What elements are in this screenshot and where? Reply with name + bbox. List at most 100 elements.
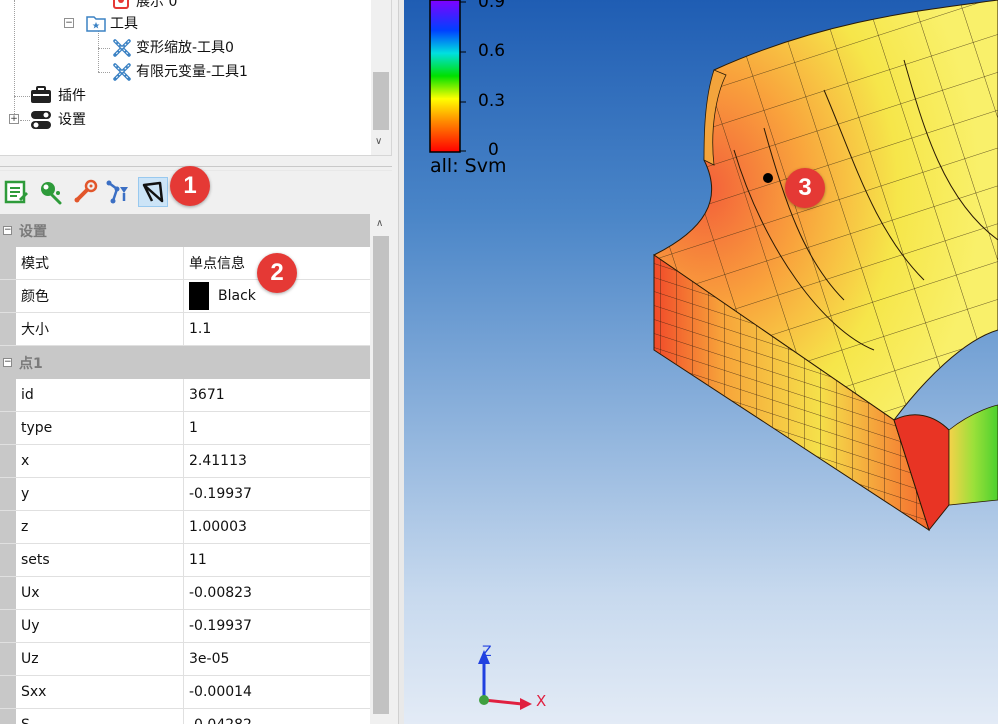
collapse-icon[interactable]: − — [3, 226, 12, 235]
category-settings[interactable]: − 设置 — [0, 214, 370, 247]
point-probe-button[interactable] — [138, 177, 168, 207]
point-probe-icon — [142, 181, 164, 203]
left-panel: 展示 0 − 工具 变形缩放-工具0 有限元变量-工具1 插件 + 设置 ∨ −… — [0, 0, 398, 724]
tree-guide — [14, 96, 30, 97]
project-tree[interactable]: 展示 0 − 工具 变形缩放-工具0 有限元变量-工具1 插件 + 设置 ∨ — [0, 0, 392, 156]
property-name: sets — [16, 544, 184, 576]
property-name: x — [16, 445, 184, 477]
property-value[interactable]: -0.04282 — [184, 709, 370, 724]
3d-viewport[interactable]: 0.9 0.6 0.3 0 all: Svm Z X — [404, 0, 998, 724]
property-row-color[interactable]: 颜色 Black — [0, 280, 370, 313]
category-label: 点1 — [19, 355, 43, 372]
property-name: Uy — [16, 610, 184, 642]
property-name: z — [16, 511, 184, 543]
property-value[interactable]: 1.00003 — [184, 511, 370, 543]
tree-item-label: 有限元变量-工具1 — [136, 64, 248, 80]
tool-wrench-icon — [112, 38, 131, 57]
category-point1[interactable]: − 点1 — [0, 346, 370, 379]
tree-item-label: 设置 — [58, 112, 86, 128]
property-row[interactable]: Uy -0.19937 — [0, 610, 370, 643]
legend-colorbar — [429, 0, 461, 153]
legend-title: all: Svm — [430, 155, 507, 177]
property-row[interactable]: Ux -0.00823 — [0, 577, 370, 610]
property-row[interactable]: S-0.04282 — [0, 709, 370, 724]
settings-toggle-icon — [30, 110, 52, 129]
tree-scrollbar[interactable]: ∨ — [371, 0, 391, 155]
property-row[interactable]: Uz 3e-05 — [0, 643, 370, 676]
property-row[interactable]: id 3671 — [0, 379, 370, 412]
tree-item-display0[interactable]: 展示 0 — [112, 0, 177, 12]
element-pick-icon — [74, 179, 98, 203]
property-value[interactable]: -0.19937 — [184, 610, 370, 642]
tree-expander-collapse[interactable]: − — [64, 18, 74, 28]
property-row[interactable]: y -0.19937 — [0, 478, 370, 511]
property-name: S — [16, 709, 184, 724]
property-value[interactable]: -0.00823 — [184, 577, 370, 609]
tool-wrench-icon — [112, 62, 131, 81]
property-value[interactable]: 3671 — [184, 379, 370, 411]
list-edit-button[interactable] — [2, 177, 32, 207]
tree-item-fem-variable-tool1[interactable]: 有限元变量-工具1 — [112, 60, 248, 82]
property-row[interactable]: x 2.41113 — [0, 445, 370, 478]
property-name: Uz — [16, 643, 184, 675]
list-edit-icon — [4, 180, 28, 204]
property-row-size[interactable]: 大小 1.1 — [0, 313, 370, 346]
axis-z-label: Z — [482, 644, 492, 660]
property-value[interactable]: 1.1 — [184, 313, 370, 345]
property-row[interactable]: sets 11 — [0, 544, 370, 577]
tree-guide — [98, 48, 110, 49]
tree-scrollbar-thumb[interactable] — [373, 72, 389, 130]
node-pick-button[interactable] — [36, 177, 66, 207]
scroll-up-icon[interactable]: ∧ — [376, 218, 383, 229]
property-name: type — [16, 412, 184, 444]
tree-item-deform-scale-tool0[interactable]: 变形缩放-工具0 — [112, 36, 234, 58]
path-pick-icon — [106, 180, 128, 204]
node-pick-icon — [41, 182, 62, 205]
property-grid: − 设置 模式 单点信息 颜色 Black 大小 1.1 − 点1 id 3671… — [0, 214, 392, 724]
probe-point-marker[interactable] — [763, 173, 773, 183]
tree-guide — [14, 0, 15, 120]
property-name: 大小 — [16, 313, 184, 345]
property-scrollbar-thumb[interactable] — [373, 236, 389, 714]
property-name: id — [16, 379, 184, 411]
color-value: Black — [218, 288, 256, 304]
collapse-icon[interactable]: − — [3, 358, 12, 367]
property-name: Sxx — [16, 676, 184, 708]
property-value[interactable]: -0.19937 — [184, 478, 370, 510]
tree-guide — [98, 72, 110, 73]
property-name: 颜色 — [16, 280, 184, 312]
annotation-badge-2: 2 — [257, 253, 297, 293]
property-name: 模式 — [16, 247, 184, 279]
annotation-badge-3: 3 — [785, 168, 825, 208]
tree-item-settings[interactable]: 设置 — [30, 108, 86, 130]
tree-item-label: 展示 0 — [136, 0, 178, 10]
path-pick-button[interactable] — [104, 177, 134, 207]
element-pick-button[interactable] — [70, 177, 100, 207]
property-value[interactable]: 2.41113 — [184, 445, 370, 477]
scroll-down-icon[interactable]: ∨ — [375, 136, 382, 147]
property-name: Ux — [16, 577, 184, 609]
color-swatch[interactable] — [189, 282, 209, 310]
property-value[interactable]: 1 — [184, 412, 370, 444]
property-row[interactable]: type 1 — [0, 412, 370, 445]
legend-tick-0.9: 0.9 — [478, 0, 506, 12]
category-label: 设置 — [19, 223, 47, 240]
property-value[interactable]: 3e-05 — [184, 643, 370, 675]
tree-item-plugins[interactable]: 插件 — [30, 84, 86, 106]
tools-folder-icon — [86, 14, 106, 32]
legend-tick-0.3: 0.3 — [478, 91, 506, 111]
plugin-briefcase-icon — [30, 86, 52, 104]
tree-item-tools[interactable]: 工具 — [86, 12, 138, 34]
property-scrollbar[interactable]: ∧ — [370, 214, 392, 724]
tree-expander-expand[interactable]: + — [9, 114, 19, 124]
property-value[interactable]: -0.00014 — [184, 676, 370, 708]
annotation-badge-1: 1 — [170, 166, 210, 206]
property-row-mode[interactable]: 模式 单点信息 — [0, 247, 370, 280]
property-value[interactable]: 11 — [184, 544, 370, 576]
display-icon — [112, 0, 130, 10]
tree-item-label: 工具 — [110, 16, 138, 32]
property-row[interactable]: z 1.00003 — [0, 511, 370, 544]
legend-tick-0.6: 0.6 — [478, 41, 506, 61]
property-row[interactable]: Sxx -0.00014 — [0, 676, 370, 709]
tree-guide — [98, 30, 99, 72]
